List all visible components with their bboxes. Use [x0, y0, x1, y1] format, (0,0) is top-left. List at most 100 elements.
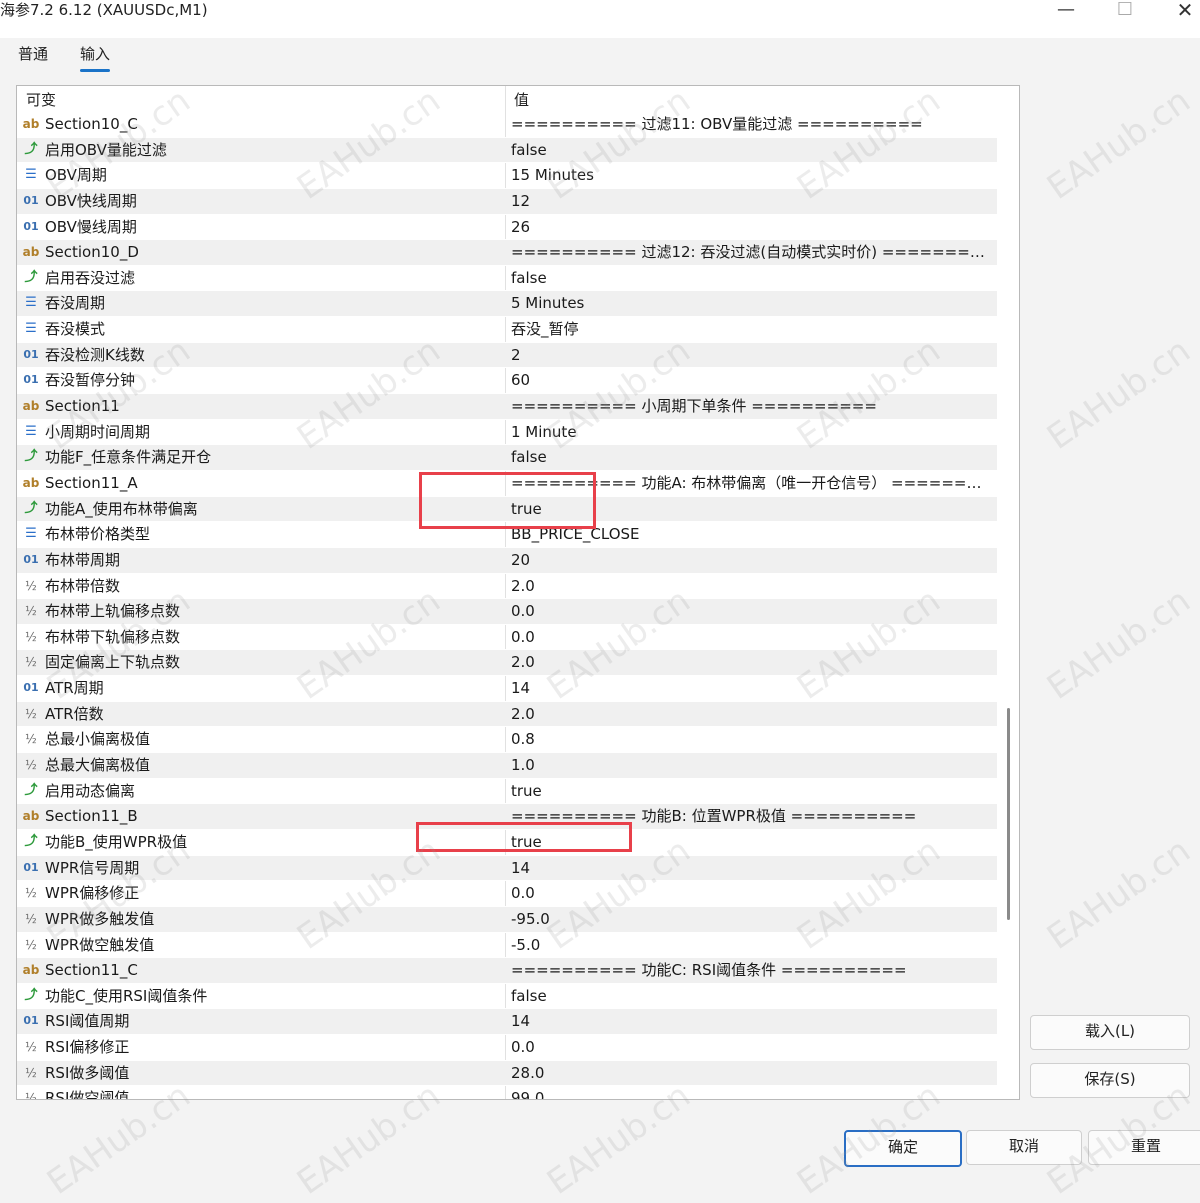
- parameter-value[interactable]: true: [511, 781, 991, 801]
- double-icon: ½: [25, 1040, 37, 1055]
- table-row[interactable]: ½ WPR偏移修正 0.0: [17, 881, 997, 907]
- table-row[interactable]: 01 吞没检测K线数 2: [17, 342, 997, 369]
- tab-bar: 普通 输入: [0, 38, 1200, 78]
- parameter-value[interactable]: 26: [511, 217, 991, 237]
- reset-button[interactable]: 重置: [1088, 1130, 1200, 1165]
- save-button[interactable]: 保存(S): [1030, 1063, 1190, 1098]
- minimize-button[interactable]: —: [1046, 0, 1086, 22]
- table-row[interactable]: ½ WPR做空触发值 -5.0: [17, 933, 997, 959]
- table-row[interactable]: ½ 总最大偏离极值 1.0: [17, 753, 997, 779]
- vertical-scrollbar[interactable]: [999, 86, 1019, 1099]
- parameter-value[interactable]: ========== 过滤11: OBV量能过滤 ==========: [511, 114, 991, 134]
- table-row[interactable]: ☰ 吞没周期 5 Minutes: [17, 291, 997, 318]
- parameter-value[interactable]: 0.0: [511, 883, 991, 903]
- table-row[interactable]: ½ 布林带上轨偏移点数 0.0: [17, 599, 997, 625]
- parameter-value[interactable]: 15 Minutes: [511, 165, 991, 185]
- parameter-value[interactable]: -5.0: [511, 935, 991, 955]
- load-button[interactable]: 载入(L): [1030, 1015, 1190, 1050]
- parameter-value[interactable]: ========== 过滤12: 吞没过滤(自动模式实时价) ========.…: [511, 242, 991, 262]
- parameter-value[interactable]: false: [511, 268, 991, 288]
- tab-inputs[interactable]: 输入: [80, 44, 111, 72]
- table-row[interactable]: ½ 布林带下轨偏移点数 0.0: [17, 625, 997, 651]
- parameter-value[interactable]: 0.0: [511, 627, 991, 647]
- table-row[interactable]: ½ RSI做空阈值 99.0: [17, 1086, 997, 1100]
- parameter-value[interactable]: 5 Minutes: [511, 293, 991, 313]
- table-row[interactable]: ½ WPR做多触发值 -95.0: [17, 906, 997, 933]
- table-row[interactable]: ½ 总最小偏离极值 0.8: [17, 727, 997, 754]
- parameter-name: 吞没周期: [45, 294, 106, 313]
- table-row[interactable]: 01 ATR周期 14: [17, 676, 997, 702]
- table-row[interactable]: ½ RSI偏移修正 0.0: [17, 1035, 997, 1061]
- parameter-value[interactable]: false: [511, 140, 991, 160]
- parameter-value[interactable]: 2: [511, 345, 991, 365]
- table-row[interactable]: ⤴ 功能F_任意条件满足开仓 false: [17, 445, 997, 471]
- grid-header: 可变 值: [17, 86, 997, 112]
- double-icon: ½: [25, 655, 37, 670]
- close-button[interactable]: ✕: [1165, 0, 1200, 22]
- parameter-name: 布林带下轨偏移点数: [45, 627, 181, 646]
- parameter-value[interactable]: 0.0: [511, 601, 991, 621]
- table-row[interactable]: ☰ OBV周期 15 Minutes: [17, 163, 997, 189]
- parameter-value[interactable]: false: [511, 447, 991, 467]
- tab-general[interactable]: 普通: [18, 44, 48, 64]
- table-row[interactable]: ⤴ 功能C_使用RSI阈值条件 false: [17, 984, 997, 1010]
- column-header-variable[interactable]: 可变: [26, 89, 56, 110]
- table-row[interactable]: ½ 布林带倍数 2.0: [17, 574, 997, 600]
- cancel-button[interactable]: 取消: [966, 1130, 1082, 1165]
- parameter-value[interactable]: ========== 功能C: RSI阈值条件 ==========: [511, 960, 991, 980]
- table-row[interactable]: 01 WPR信号周期 14: [17, 855, 997, 882]
- parameter-value[interactable]: 60: [511, 370, 991, 390]
- parameter-value[interactable]: 28.0: [511, 1063, 991, 1083]
- parameter-name: WPR信号周期: [45, 858, 140, 877]
- maximize-button[interactable]: ☐: [1105, 0, 1145, 22]
- parameter-value[interactable]: 14: [511, 858, 991, 878]
- parameter-value[interactable]: 0.8: [511, 729, 991, 749]
- parameter-name: OBV快线周期: [45, 191, 137, 210]
- parameter-name: 功能B_使用WPR极值: [45, 832, 188, 851]
- parameter-name: RSI偏移修正: [45, 1038, 130, 1057]
- double-icon: ½: [25, 1091, 37, 1100]
- parameter-value[interactable]: -95.0: [511, 909, 991, 929]
- parameter-value[interactable]: 2.0: [511, 576, 991, 596]
- scrollbar-thumb[interactable]: [1007, 708, 1010, 920]
- table-row[interactable]: 01 OBV慢线周期 26: [17, 215, 997, 241]
- parameter-name: WPR偏移修正: [45, 884, 140, 903]
- parameter-value[interactable]: 2.0: [511, 652, 991, 672]
- table-row[interactable]: ½ RSI做多阈值 28.0: [17, 1060, 997, 1087]
- int-icon: 01: [23, 373, 39, 387]
- table-row[interactable]: ☰ 吞没模式 吞没_暂停: [17, 317, 997, 343]
- ok-button[interactable]: 确定: [844, 1130, 962, 1167]
- table-row[interactable]: ab Section11 ========== 小周期下单条件 ==========: [17, 394, 997, 420]
- parameter-value[interactable]: 12: [511, 191, 991, 211]
- parameter-value[interactable]: 吞没_暂停: [511, 319, 991, 339]
- table-row[interactable]: ½ 固定偏离上下轨点数 2.0: [17, 650, 997, 677]
- column-header-value[interactable]: 值: [514, 89, 529, 110]
- parameter-value[interactable]: 99.0: [511, 1088, 991, 1099]
- table-row[interactable]: ½ ATR倍数 2.0: [17, 701, 997, 728]
- table-row[interactable]: ab Section10_D ========== 过滤12: 吞没过滤(自动模式实…: [17, 240, 997, 266]
- parameter-value[interactable]: 0.0: [511, 1037, 991, 1057]
- table-row[interactable]: 01 吞没暂停分钟 60: [17, 368, 997, 395]
- parameter-value[interactable]: 1.0: [511, 755, 991, 775]
- table-row[interactable]: 01 布林带周期 20: [17, 547, 997, 574]
- parameter-value[interactable]: false: [511, 986, 991, 1006]
- table-row[interactable]: ☰ 小周期时间周期 1 Minute: [17, 420, 997, 446]
- table-row[interactable]: 01 RSI阈值周期 14: [17, 1009, 997, 1036]
- parameter-value[interactable]: 14: [511, 1011, 991, 1031]
- parameter-value[interactable]: ========== 小周期下单条件 ==========: [511, 396, 991, 416]
- parameter-value[interactable]: 2.0: [511, 704, 991, 724]
- table-row[interactable]: ab Section11_C ========== 功能C: RSI阈值条件 ===…: [17, 958, 997, 984]
- table-row[interactable]: ⤴ 启用OBV量能过滤 false: [17, 137, 997, 164]
- parameter-name: 布林带倍数: [45, 576, 121, 595]
- table-row[interactable]: ⤴ 启用吞没过滤 false: [17, 266, 997, 292]
- table-row[interactable]: ab Section10_C ========== 过滤11: OBV量能过滤 ==…: [17, 112, 997, 138]
- double-icon: ½: [25, 578, 37, 593]
- parameter-value[interactable]: 14: [511, 678, 991, 698]
- parameter-value[interactable]: 20: [511, 550, 991, 570]
- table-row[interactable]: ⤴ 启用动态偏离 true: [17, 779, 997, 805]
- parameter-name: 小周期时间周期: [45, 422, 151, 441]
- int-icon: 01: [23, 193, 39, 207]
- table-row[interactable]: 01 OBV快线周期 12: [17, 188, 997, 215]
- int-icon: 01: [23, 347, 39, 361]
- parameter-value[interactable]: 1 Minute: [511, 422, 991, 442]
